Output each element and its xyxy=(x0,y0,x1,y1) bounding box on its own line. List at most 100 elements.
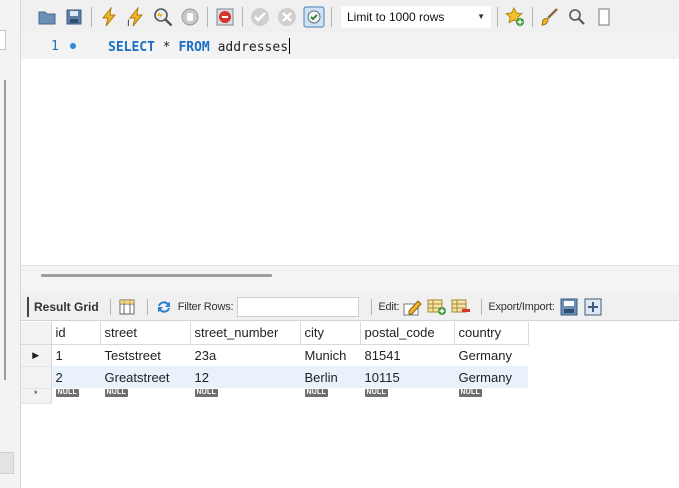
column-header-postal-code[interactable]: postal_code xyxy=(360,322,455,345)
cell-street-number[interactable]: NULL xyxy=(190,388,300,403)
svg-text:I: I xyxy=(127,19,130,27)
commit-icon[interactable] xyxy=(248,5,272,29)
header-row: id street street_number city postal_code… xyxy=(21,322,529,345)
invisible-chars-icon[interactable] xyxy=(592,5,616,29)
sql-star: * xyxy=(154,40,179,55)
cell-postal-code[interactable]: NULL xyxy=(360,388,454,403)
rollback-icon[interactable] xyxy=(275,5,299,29)
line-number: 1 xyxy=(51,39,59,54)
text-caret xyxy=(289,38,291,54)
edit-label: Edit: xyxy=(378,300,400,313)
cell-postal-code[interactable]: 81541 xyxy=(360,344,454,366)
cell-postal-code[interactable]: 10115 xyxy=(360,366,454,388)
filter-rows-label: Filter Rows: xyxy=(177,300,234,313)
sidebar-bottom-tab[interactable] xyxy=(0,452,14,474)
cell-city[interactable]: NULL xyxy=(300,388,360,403)
null-badge: NULL xyxy=(304,389,328,397)
table-row[interactable]: ▶ 1 Teststreet 23a Munich 81541 Germany xyxy=(21,344,528,367)
cell-street[interactable]: Teststreet xyxy=(100,344,190,366)
delete-row-icon[interactable] xyxy=(451,297,471,317)
import-icon[interactable] xyxy=(583,297,603,317)
cell-city[interactable]: Berlin xyxy=(300,366,360,388)
toolbar-separator xyxy=(497,6,498,27)
sidebar-tab[interactable] xyxy=(0,30,6,50)
add-row-icon[interactable] xyxy=(427,297,447,317)
save-icon[interactable] xyxy=(62,5,86,29)
statement-marker-icon xyxy=(70,43,76,49)
export-import-label: Export/Import: xyxy=(488,300,555,313)
column-header-street[interactable]: street xyxy=(100,322,191,345)
result-grid-tab[interactable]: Result Grid xyxy=(27,296,104,317)
chevron-down-icon: ▼ xyxy=(477,12,485,21)
row-header-corner xyxy=(21,322,52,345)
sql-editor[interactable]: 1 SELECT * FROM addresses xyxy=(21,33,679,265)
null-badge: NULL xyxy=(194,389,218,397)
row-header[interactable]: * xyxy=(21,388,52,404)
execute-current-statement-icon[interactable]: I xyxy=(124,5,148,29)
panel-splitter[interactable] xyxy=(21,265,679,293)
column-header-id[interactable]: id xyxy=(51,322,101,345)
toolbar-separator xyxy=(331,6,332,27)
cell-country[interactable]: NULL xyxy=(454,388,528,403)
toolbar-separator xyxy=(481,298,483,315)
cell-street[interactable]: NULL xyxy=(100,388,190,403)
find-magnifier-icon[interactable] xyxy=(565,5,589,29)
result-table: id street street_number city postal_code… xyxy=(21,322,529,404)
grid-view-icon[interactable] xyxy=(117,297,137,317)
cell-street[interactable]: Greatstreet xyxy=(100,366,190,388)
cell-id[interactable]: 2 xyxy=(51,366,100,388)
limit-rows-select[interactable]: Limit to 1000 rows ▼ xyxy=(341,5,491,28)
toolbar-separator xyxy=(371,298,373,315)
row-header[interactable] xyxy=(21,366,52,389)
null-badge: NULL xyxy=(104,389,128,397)
toolbar-separator xyxy=(242,6,243,27)
new-row[interactable]: * NULL NULL NULL NULL NULL NULL xyxy=(21,388,528,404)
beautify-brush-icon[interactable] xyxy=(538,5,562,29)
cell-street-number[interactable]: 23a xyxy=(190,344,300,366)
null-badge: NULL xyxy=(55,389,79,397)
execute-lightning-icon[interactable] xyxy=(97,5,121,29)
sql-editor-toolbar: I Limit to 1000 rows ▼ xyxy=(21,0,679,33)
edit-pencil-icon[interactable] xyxy=(403,297,423,317)
toolbar-separator xyxy=(207,6,208,27)
result-grid[interactable]: id street street_number city postal_code… xyxy=(21,322,679,488)
cell-id[interactable]: 1 xyxy=(51,344,100,366)
export-icon[interactable] xyxy=(559,297,579,317)
refresh-icon[interactable] xyxy=(154,297,174,317)
workbench-window: I Limit to 1000 rows ▼ 1 SELECT * FROM a… xyxy=(0,0,679,488)
cell-street-number[interactable]: 12 xyxy=(190,366,300,388)
toolbar-separator xyxy=(91,6,92,27)
null-badge: NULL xyxy=(458,389,482,397)
new-row-asterisk-icon: * xyxy=(33,388,38,399)
toolbar-separator xyxy=(146,298,148,315)
column-header-country[interactable]: country xyxy=(454,322,529,345)
stop-hand-icon[interactable] xyxy=(178,5,202,29)
autocommit-toggle-icon[interactable] xyxy=(302,5,326,29)
sidebar-edge xyxy=(0,0,21,488)
add-snippet-star-icon[interactable] xyxy=(503,5,527,29)
column-header-city[interactable]: city xyxy=(300,322,361,345)
sql-code-line[interactable]: SELECT * FROM addresses xyxy=(108,38,291,55)
cell-city[interactable]: Munich xyxy=(300,344,360,366)
explain-magnifier-icon[interactable] xyxy=(151,5,175,29)
horizontal-scrollbar[interactable] xyxy=(41,274,272,277)
result-toolbar: Result Grid Filter Rows: Edit: Export/Im… xyxy=(21,293,679,321)
row-header[interactable]: ▶ xyxy=(21,344,52,367)
sql-table-name: addresses xyxy=(209,40,289,55)
cell-country[interactable]: Germany xyxy=(454,344,528,366)
open-file-icon[interactable] xyxy=(35,5,59,29)
sql-keyword-select: SELECT xyxy=(108,40,155,55)
table-row[interactable]: 2 Greatstreet 12 Berlin 10115 Germany xyxy=(21,366,528,389)
column-header-street-number[interactable]: street_number xyxy=(190,322,301,345)
toolbar-separator xyxy=(532,6,533,27)
stop-on-error-icon[interactable] xyxy=(213,5,237,29)
cell-country[interactable]: Germany xyxy=(454,366,528,388)
null-badge: NULL xyxy=(364,389,388,397)
sql-keyword-from: FROM xyxy=(178,40,210,55)
toolbar-separator xyxy=(109,298,111,315)
filter-rows-input[interactable] xyxy=(237,296,360,317)
cell-id[interactable]: NULL xyxy=(51,388,100,403)
current-row-arrow-icon: ▶ xyxy=(32,349,40,360)
sidebar-scrollbar[interactable] xyxy=(4,80,6,380)
limit-rows-label: Limit to 1000 rows xyxy=(347,9,445,24)
